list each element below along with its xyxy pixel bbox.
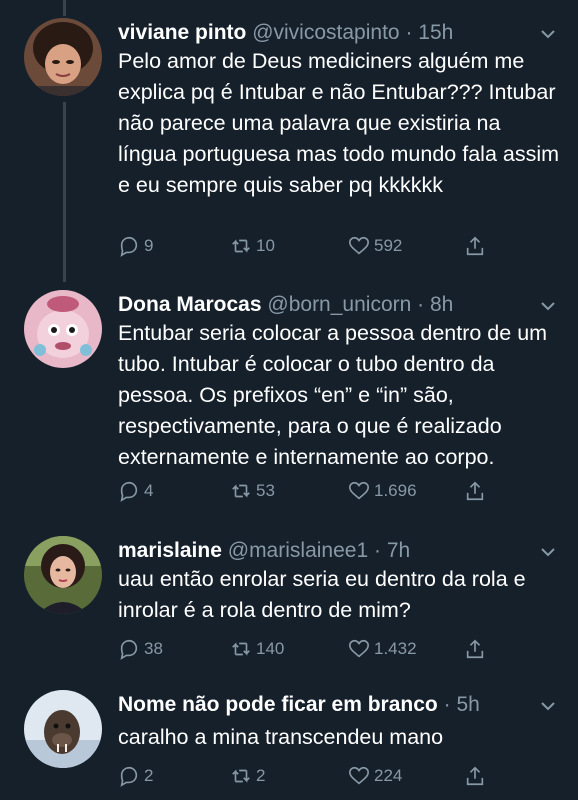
chevron-down-icon[interactable] bbox=[540, 698, 556, 714]
reply-count: 38 bbox=[144, 639, 163, 658]
share-button[interactable] bbox=[464, 233, 486, 259]
like-icon bbox=[349, 236, 369, 255]
reply-icon bbox=[120, 481, 138, 502]
avatar[interactable] bbox=[24, 18, 102, 96]
tweet-header: viviane pinto @vivicostapinto · 15h bbox=[118, 20, 538, 46]
like-icon bbox=[349, 639, 369, 658]
tweet-text: caralho a mina transcendeu mano bbox=[118, 725, 444, 749]
retweet-button[interactable]: 53 bbox=[230, 478, 275, 504]
retweet-count: 53 bbox=[256, 481, 275, 500]
share-icon bbox=[466, 639, 484, 659]
share-button[interactable] bbox=[464, 478, 486, 504]
like-icon bbox=[349, 766, 369, 785]
separator: · bbox=[405, 21, 413, 44]
timestamp[interactable]: 5h bbox=[456, 693, 479, 716]
retweet-count: 2 bbox=[256, 766, 266, 785]
reply-button[interactable]: 4 bbox=[118, 478, 153, 504]
timestamp[interactable]: 15h bbox=[418, 21, 453, 44]
reply-count: 4 bbox=[144, 481, 154, 500]
avatar[interactable] bbox=[24, 690, 102, 768]
display-name[interactable]: marislaine bbox=[118, 539, 222, 562]
reply-button[interactable]: 2 bbox=[118, 763, 153, 789]
tweet-header: Nome não pode ficar em branco · 5h bbox=[118, 692, 538, 718]
like-button[interactable]: 224 bbox=[348, 763, 402, 789]
separator: · bbox=[373, 539, 381, 562]
like-button[interactable]: 1.696 bbox=[348, 478, 417, 504]
tweet-header: marislaine @marislainee1 · 7h bbox=[118, 538, 538, 564]
tweet[interactable]: marislaine @marislainee1 · 7h uau então … bbox=[0, 536, 578, 676]
chevron-down-icon[interactable] bbox=[540, 544, 556, 560]
share-icon bbox=[466, 236, 484, 256]
user-handle[interactable]: @marislainee1 bbox=[228, 539, 368, 562]
share-icon bbox=[466, 766, 484, 786]
tweet[interactable]: Nome não pode ficar em branco · 5h caral… bbox=[0, 690, 578, 800]
retweet-button[interactable]: 2 bbox=[230, 763, 265, 789]
retweet-count: 10 bbox=[256, 236, 275, 255]
retweet-button[interactable]: 10 bbox=[230, 233, 275, 259]
like-count: 1.432 bbox=[374, 639, 417, 658]
like-count: 592 bbox=[374, 236, 403, 255]
like-icon bbox=[349, 481, 369, 500]
timestamp[interactable]: 8h bbox=[430, 293, 453, 316]
share-button[interactable] bbox=[464, 763, 486, 789]
display-name[interactable]: Nome não pode ficar em branco bbox=[118, 693, 438, 716]
tweet-actions: 2 2 224 bbox=[118, 763, 498, 789]
display-name[interactable]: Dona Marocas bbox=[118, 293, 262, 316]
timestamp[interactable]: 7h bbox=[387, 539, 410, 562]
reply-count: 9 bbox=[144, 236, 154, 255]
reply-button[interactable]: 9 bbox=[118, 233, 153, 259]
reply-button[interactable]: 38 bbox=[118, 636, 163, 662]
reply-icon bbox=[120, 639, 138, 660]
tweet-actions: 38 140 1.432 bbox=[118, 636, 498, 662]
tweet-text: Pelo amor de Deus mediciners alguém me e… bbox=[118, 49, 560, 197]
like-button[interactable]: 1.432 bbox=[348, 636, 417, 662]
share-icon bbox=[466, 481, 484, 501]
reply-count: 2 bbox=[144, 766, 154, 785]
like-count: 224 bbox=[374, 766, 403, 785]
user-handle[interactable]: @born_unicorn bbox=[267, 293, 411, 316]
chevron-down-icon[interactable] bbox=[540, 298, 556, 314]
reply-icon bbox=[120, 766, 138, 787]
retweet-icon bbox=[232, 239, 250, 253]
chevron-down-icon[interactable] bbox=[540, 26, 556, 42]
display-name[interactable]: viviane pinto bbox=[118, 21, 246, 44]
avatar[interactable] bbox=[24, 536, 102, 614]
tweet[interactable]: Dona Marocas @born_unicorn · 8h Entubar … bbox=[0, 290, 578, 530]
like-button[interactable]: 592 bbox=[348, 233, 402, 259]
like-count: 1.696 bbox=[374, 481, 417, 500]
retweet-count: 140 bbox=[256, 639, 285, 658]
retweet-icon bbox=[232, 484, 250, 498]
tweet-header: Dona Marocas @born_unicorn · 8h bbox=[118, 292, 538, 318]
tweet[interactable]: viviane pinto @vivicostapinto · 15h Pelo… bbox=[0, 0, 578, 290]
tweet-text: uau então enrolar seria eu dentro da rol… bbox=[118, 567, 526, 622]
user-handle[interactable]: @vivicostapinto bbox=[252, 21, 399, 44]
tweet-actions: 9 10 592 bbox=[118, 233, 498, 259]
avatar[interactable] bbox=[24, 290, 102, 368]
tweet-text: Entubar seria colocar a pessoa dentro de… bbox=[118, 321, 548, 469]
retweet-icon bbox=[232, 642, 250, 656]
tweet-actions: 4 53 1.696 bbox=[118, 478, 498, 504]
reply-icon bbox=[120, 236, 138, 257]
separator: · bbox=[443, 693, 451, 716]
separator: · bbox=[417, 293, 425, 316]
retweet-icon bbox=[232, 769, 250, 783]
share-button[interactable] bbox=[464, 636, 486, 662]
retweet-button[interactable]: 140 bbox=[230, 636, 284, 662]
